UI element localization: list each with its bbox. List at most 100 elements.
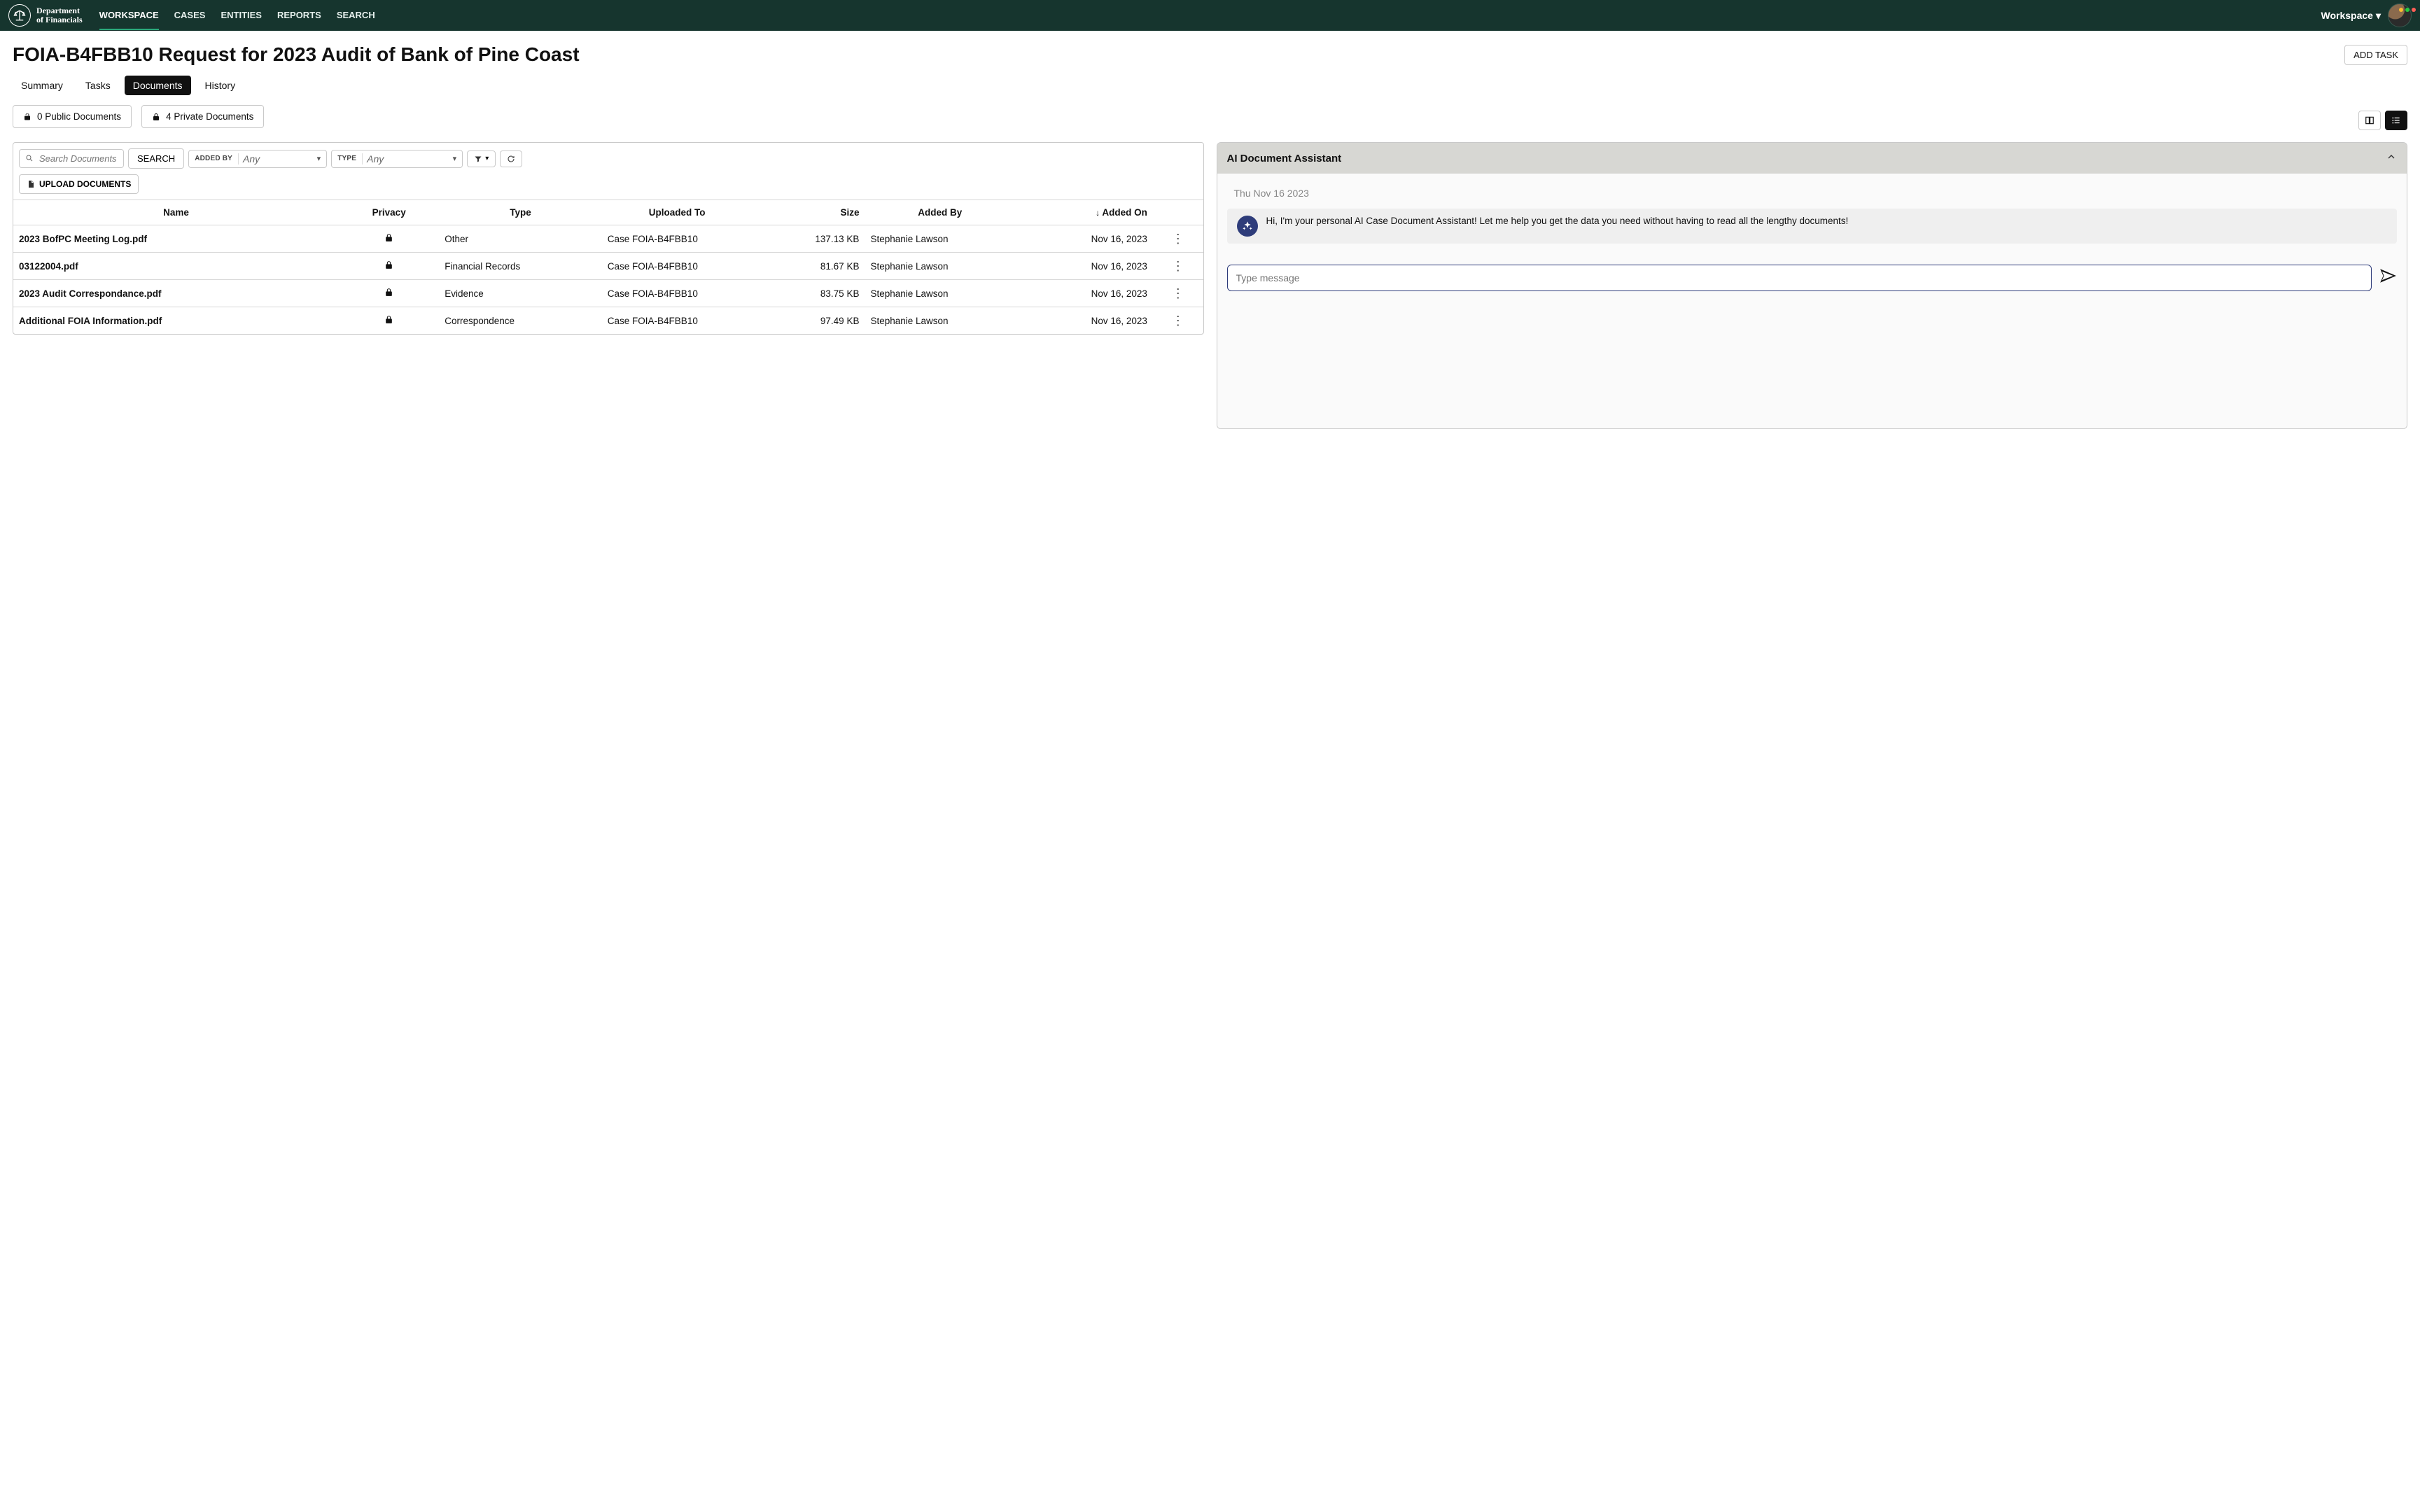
- ai-message-text: Hi, I'm your personal AI Case Document A…: [1266, 216, 1849, 226]
- unlock-icon: [23, 113, 32, 121]
- filter-added-by-label: ADDED BY: [195, 155, 232, 162]
- nav-workspace[interactable]: WORKSPACE: [99, 1, 159, 30]
- ai-welcome-message: Hi, I'm your personal AI Case Document A…: [1227, 209, 2398, 244]
- filter-type[interactable]: TYPE Any: [331, 150, 463, 168]
- tab-summary[interactable]: Summary: [13, 76, 71, 95]
- refresh-button[interactable]: [500, 150, 522, 167]
- filter-type-value: Any: [362, 153, 434, 164]
- nav-cases[interactable]: CASES: [174, 1, 206, 30]
- th-added-by[interactable]: Added By: [865, 200, 1015, 225]
- sort-desc-icon: ↓: [1096, 208, 1100, 218]
- layout-split-button[interactable]: [2358, 111, 2381, 130]
- cell-type: Financial Records: [439, 253, 602, 280]
- th-added-on[interactable]: ↓ Added On: [1015, 200, 1153, 225]
- page-title: FOIA-B4FBB10 Request for 2023 Audit of B…: [13, 43, 580, 66]
- case-tabs: Summary Tasks Documents History: [13, 76, 2407, 95]
- cell-privacy: [339, 280, 439, 307]
- filter-icon: [474, 155, 482, 163]
- cell-name[interactable]: 2023 BofPC Meeting Log.pdf: [13, 225, 339, 253]
- top-nav-bar: Department of Financials WORKSPACE CASES…: [0, 0, 2420, 31]
- more-filters-button[interactable]: ▾: [467, 150, 496, 167]
- th-type[interactable]: Type: [439, 200, 602, 225]
- private-docs-label: 4 Private Documents: [166, 111, 253, 122]
- paper-plane-icon: [2379, 267, 2397, 285]
- ai-assistant-title: AI Document Assistant: [1227, 153, 1342, 164]
- cell-uploaded-to: Case FOIA-B4FBB10: [602, 280, 753, 307]
- row-actions-menu[interactable]: ⋮: [1172, 232, 1184, 246]
- row-actions-menu[interactable]: ⋮: [1172, 286, 1184, 300]
- table-row[interactable]: 2023 Audit Correspondance.pdfEvidenceCas…: [13, 280, 1203, 307]
- workspace-selector-label: Workspace: [2321, 10, 2373, 21]
- doc-search-button[interactable]: SEARCH: [128, 148, 184, 169]
- upload-documents-label: UPLOAD DOCUMENTS: [39, 179, 131, 189]
- th-uploaded-to[interactable]: Uploaded To: [602, 200, 753, 225]
- row-actions-menu[interactable]: ⋮: [1172, 314, 1184, 328]
- cell-name[interactable]: Additional FOIA Information.pdf: [13, 307, 339, 335]
- nav-reports[interactable]: REPORTS: [277, 1, 321, 30]
- nav-search[interactable]: SEARCH: [337, 1, 375, 30]
- documents-table: Name Privacy Type Uploaded To Size Added…: [13, 200, 1203, 334]
- send-message-button[interactable]: [2379, 267, 2397, 290]
- th-added-on-label: Added On: [1102, 207, 1147, 218]
- lock-icon: [152, 113, 160, 121]
- upload-documents-button[interactable]: UPLOAD DOCUMENTS: [19, 174, 139, 194]
- cell-added-by: Stephanie Lawson: [865, 307, 1015, 335]
- collapse-icon[interactable]: [2386, 151, 2397, 165]
- th-name[interactable]: Name: [13, 200, 339, 225]
- cell-privacy: [339, 225, 439, 253]
- workspace-selector[interactable]: Workspace ▾: [2321, 10, 2381, 22]
- filter-added-by-value: Any: [238, 153, 310, 164]
- filter-type-label: TYPE: [337, 155, 356, 162]
- cell-size: 97.49 KB: [752, 307, 865, 335]
- public-docs-label: 0 Public Documents: [37, 111, 121, 122]
- cell-privacy: [339, 253, 439, 280]
- tab-documents[interactable]: Documents: [125, 76, 191, 95]
- th-privacy[interactable]: Privacy: [339, 200, 439, 225]
- lock-icon: [384, 316, 393, 326]
- add-task-button[interactable]: ADD TASK: [2344, 45, 2407, 65]
- primary-nav: WORKSPACE CASES ENTITIES REPORTS SEARCH: [99, 1, 375, 30]
- cell-name[interactable]: 2023 Audit Correspondance.pdf: [13, 280, 339, 307]
- table-row[interactable]: 03122004.pdfFinancial RecordsCase FOIA-B…: [13, 253, 1203, 280]
- cell-type: Other: [439, 225, 602, 253]
- tab-tasks[interactable]: Tasks: [77, 76, 119, 95]
- lock-icon: [384, 261, 393, 272]
- cell-size: 137.13 KB: [752, 225, 865, 253]
- table-row[interactable]: 2023 BofPC Meeting Log.pdf OtherCase FOIA…: [13, 225, 1203, 253]
- ai-assistant-panel: AI Document Assistant Thu Nov 16 2023 Hi…: [1217, 142, 2408, 429]
- tab-history[interactable]: History: [197, 76, 244, 95]
- layout-list-button[interactable]: [2385, 111, 2407, 130]
- cell-added-on: Nov 16, 2023: [1015, 253, 1153, 280]
- file-upload-icon: [27, 180, 35, 188]
- brand: Department of Financials: [8, 4, 83, 27]
- lock-icon: [384, 288, 393, 299]
- cell-added-on: Nov 16, 2023: [1015, 225, 1153, 253]
- ai-date-label: Thu Nov 16 2023: [1227, 183, 2398, 209]
- filter-added-by[interactable]: ADDED BY Any: [188, 150, 327, 168]
- table-row[interactable]: Additional FOIA Information.pdfCorrespon…: [13, 307, 1203, 335]
- window-traffic-dots: [2397, 3, 2416, 14]
- public-docs-pill[interactable]: 0 Public Documents: [13, 105, 132, 128]
- ai-avatar-icon: [1237, 216, 1258, 237]
- cell-added-by: Stephanie Lawson: [865, 253, 1015, 280]
- doc-search-input[interactable]: [38, 153, 118, 164]
- brand-line2: of Financials: [36, 15, 83, 24]
- cell-uploaded-to: Case FOIA-B4FBB10: [602, 225, 753, 253]
- doc-search-wrapper: [19, 149, 124, 168]
- private-docs-pill[interactable]: 4 Private Documents: [141, 105, 264, 128]
- cell-privacy: [339, 307, 439, 335]
- list-icon: [2391, 115, 2401, 125]
- cell-added-by: Stephanie Lawson: [865, 225, 1015, 253]
- th-size[interactable]: Size: [752, 200, 865, 225]
- nav-entities[interactable]: ENTITIES: [221, 1, 262, 30]
- row-actions-menu[interactable]: ⋮: [1172, 259, 1184, 273]
- cell-size: 81.67 KB: [752, 253, 865, 280]
- th-actions: [1153, 200, 1203, 225]
- refresh-icon: [507, 155, 515, 163]
- cell-name[interactable]: 03122004.pdf: [13, 253, 339, 280]
- ai-message-input[interactable]: [1227, 265, 2372, 291]
- caret-down-icon: ▾: [485, 155, 489, 162]
- columns-icon: [2365, 115, 2374, 125]
- cell-added-on: Nov 16, 2023: [1015, 280, 1153, 307]
- cell-uploaded-to: Case FOIA-B4FBB10: [602, 307, 753, 335]
